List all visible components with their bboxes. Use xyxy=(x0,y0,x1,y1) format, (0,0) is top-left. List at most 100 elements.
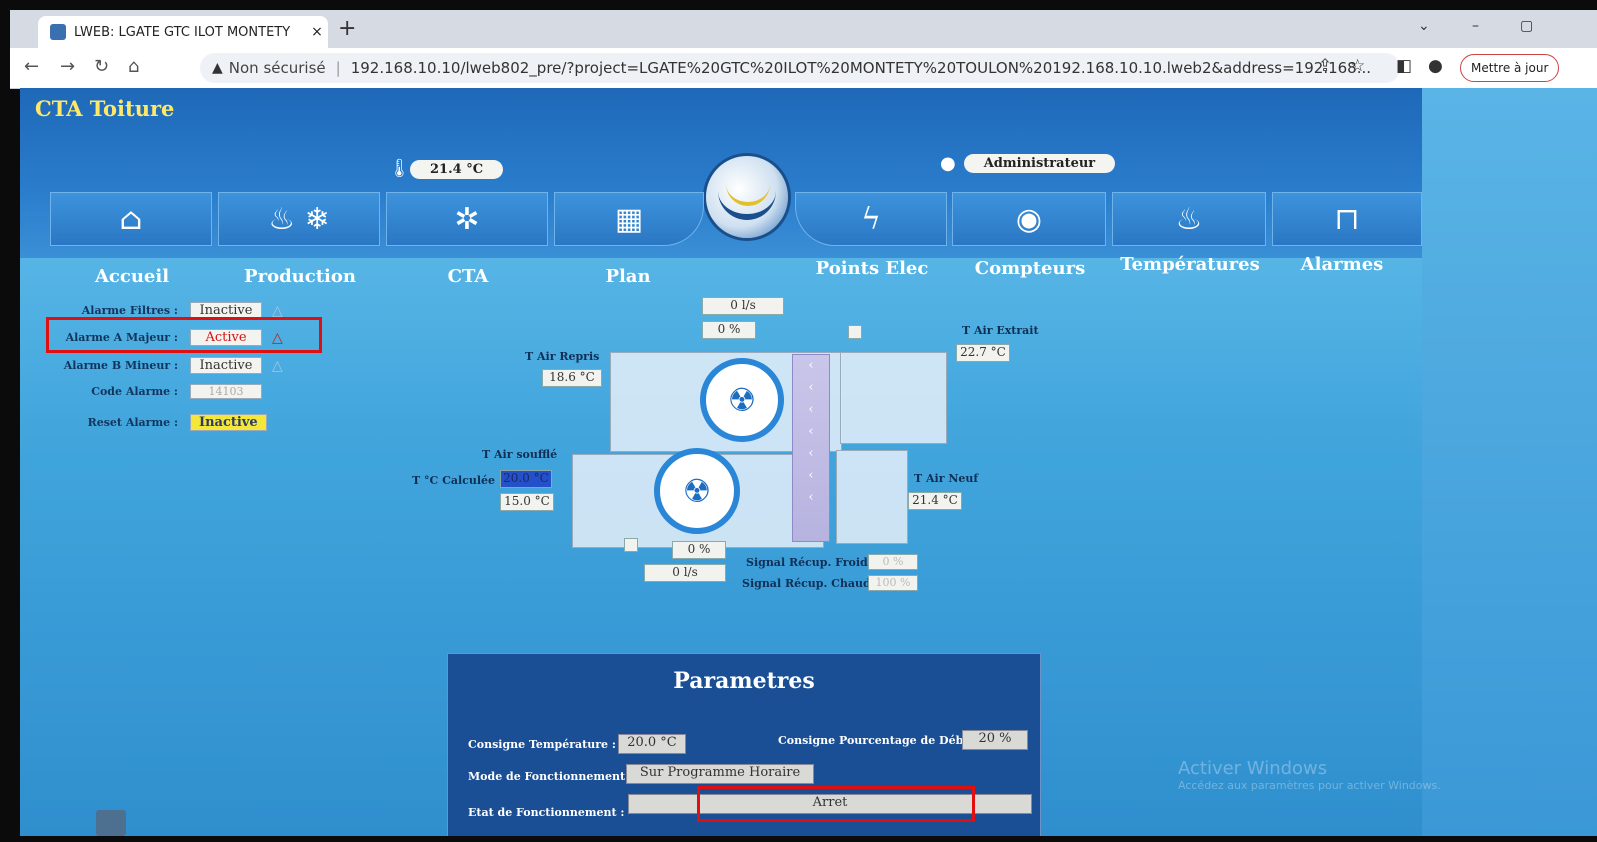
address-bar[interactable]: ▲ Non sécurisé | 192.168.10.10/lweb802_p… xyxy=(200,53,1400,83)
t-air-repris-value: 18.6 °C xyxy=(542,369,602,387)
supply-fan-icon: ☢ xyxy=(654,448,740,534)
nav-temperatures-button[interactable]: ♨ xyxy=(1112,192,1266,246)
nav-plan-button[interactable]: ▦ xyxy=(554,192,704,246)
temperature-value: 21.4 °C xyxy=(410,159,504,179)
nav-label-alarmes[interactable]: Alarmes xyxy=(1260,254,1424,275)
temperature-display: 🌡 21.4 °C xyxy=(388,158,504,180)
home-icon: ⌂ xyxy=(119,201,143,237)
browser-tabstrip: LWEB: LGATE GTC ILOT MONTETY × + ⌄ – ▢ xyxy=(10,10,1597,48)
bell-icon: ⊓ xyxy=(1334,201,1360,237)
consigne-temp-label: Consigne Température : xyxy=(468,738,616,751)
etat-label: Etat de Fonctionnement : xyxy=(468,806,625,819)
signal-chaud-value: 100 % xyxy=(868,575,918,591)
windows-activation-watermark: Activer Windows Accédez aux paramètres p… xyxy=(1178,758,1441,792)
t-air-extrait-value: 22.7 °C xyxy=(956,344,1010,362)
t-air-souffle-label: T Air soufflé xyxy=(482,448,558,461)
taskbar-button[interactable] xyxy=(96,810,126,836)
consigne-debit-input[interactable]: 20 % xyxy=(962,730,1028,750)
mode-label: Mode de Fonctionnement : xyxy=(468,770,633,783)
nav-label-cta[interactable]: CTA xyxy=(386,266,550,287)
t-air-souffle-value: 15.0 °C xyxy=(500,493,554,511)
heat-icon: ♨ xyxy=(1175,201,1203,237)
scada-app: CTA Toiture 🌡 21.4 °C ● Administrateur ⌂… xyxy=(20,88,1597,836)
alarm-filtres-label: Alarme Filtres : xyxy=(81,304,178,317)
profile-icon[interactable]: ● xyxy=(1428,56,1443,76)
side-panel-icon[interactable]: ◧ xyxy=(1396,56,1412,76)
screen: LWEB: LGATE GTC ILOT MONTETY × + ⌄ – ▢ ←… xyxy=(10,10,1597,836)
nav-compteurs-button[interactable]: ◉ xyxy=(952,192,1106,246)
update-button[interactable]: Mettre à jour xyxy=(1460,54,1560,82)
user-icon: ● xyxy=(940,153,956,174)
consigne-debit-label: Consigne Pourcentage de Débit : xyxy=(778,734,981,747)
highlight-box-etat xyxy=(697,786,975,822)
signal-chaud-label: Signal Récup. Chaud : xyxy=(742,577,879,590)
restore-button[interactable]: ▢ xyxy=(1520,18,1533,34)
alarm-reset-button[interactable]: Inactive xyxy=(190,414,267,431)
unit-lower-right-casing xyxy=(836,450,908,544)
reload-icon[interactable]: ↻ xyxy=(94,56,109,77)
url-separator: | xyxy=(335,59,341,77)
nav-label-accueil[interactable]: Accueil xyxy=(50,266,214,287)
t-calculee-label: T °C Calculée : xyxy=(412,474,503,487)
t-air-neuf-label: T Air Neuf xyxy=(914,472,979,485)
alarm-reset-row: Reset Alarme : Inactive xyxy=(40,414,267,431)
t-calculee-value: 20.0 °C xyxy=(500,470,552,488)
pct-reprise-value: 0 % xyxy=(702,321,756,339)
watermark-line1: Activer Windows xyxy=(1178,758,1328,779)
fan-icon: ✲ xyxy=(454,201,480,237)
url-text[interactable]: 192.168.10.10/lweb802_pre/?project=LGATE… xyxy=(351,59,1371,77)
bookmark-star-icon[interactable]: ☆ xyxy=(1350,56,1365,76)
alarm-mineur-row: Alarme B Mineur : Inactive △ xyxy=(40,357,283,374)
alarm-code-value: 14103 xyxy=(190,384,262,399)
heat-recovery-exchanger: ‹ ‹ ‹ ‹ ‹ ‹ ‹ xyxy=(792,354,830,542)
browser-tab[interactable]: LWEB: LGATE GTC ILOT MONTETY × xyxy=(38,16,328,48)
t-air-repris-label: T Air Repris xyxy=(525,350,600,363)
tab-title: LWEB: LGATE GTC ILOT MONTETY xyxy=(74,24,291,40)
debit-soufflage-value: 0 l/s xyxy=(644,564,726,582)
nav-label-compteurs[interactable]: Compteurs xyxy=(948,258,1112,279)
debit-reprise-value: 0 l/s xyxy=(702,297,784,315)
warning-icon[interactable]: ▲ xyxy=(212,60,223,76)
browser-toolbar: ← → ↻ ⌂ ▲ Non sécurisé | 192.168.10.10/l… xyxy=(10,48,1597,89)
back-arrow-icon[interactable]: ← xyxy=(24,56,39,77)
alarm-mineur-label: Alarme B Mineur : xyxy=(63,359,178,372)
signal-froid-label: Signal Récup. Froid : xyxy=(746,556,876,569)
alarm-code-row: Code Alarme : 14103 xyxy=(40,384,262,399)
watermark-line2: Accédez aux paramètres pour activer Wind… xyxy=(1178,779,1441,792)
nav-label-points-elec[interactable]: Points Elec xyxy=(790,258,954,279)
nav-label-temperatures[interactable]: Températures xyxy=(1108,254,1272,275)
t-air-extrait-label: T Air Extrait xyxy=(962,324,1039,337)
extract-damper-icon xyxy=(848,325,862,339)
minimize-button[interactable]: – xyxy=(1472,18,1479,34)
favicon-icon xyxy=(50,24,66,40)
new-tab-button[interactable]: + xyxy=(338,16,356,41)
home-icon[interactable]: ⌂ xyxy=(128,56,139,77)
alarm-reset-label: Reset Alarme : xyxy=(87,416,178,429)
parameters-title: Parametres xyxy=(673,668,815,694)
tab-search-chevron-icon[interactable]: ⌄ xyxy=(1418,18,1430,34)
nav-points-elec-button[interactable]: ϟ xyxy=(795,192,947,246)
nav-cta-button[interactable]: ✲ xyxy=(386,192,548,246)
share-icon[interactable]: ⇪ xyxy=(1318,56,1332,76)
lightning-icon: ϟ xyxy=(861,201,881,237)
page-title: CTA Toiture xyxy=(35,96,175,121)
warning-triangle-icon: △ xyxy=(272,357,283,374)
alarm-code-label: Code Alarme : xyxy=(91,385,178,398)
consigne-temp-input[interactable]: 20.0 °C xyxy=(618,734,686,754)
nav-label-plan[interactable]: Plan xyxy=(546,266,710,287)
nav-production-button[interactable]: ♨ ❄ xyxy=(218,192,380,246)
tab-close-icon[interactable]: × xyxy=(306,24,328,40)
user-display: ● Administrateur xyxy=(940,153,1116,174)
alarm-mineur-value: Inactive xyxy=(190,357,262,374)
brand-logo xyxy=(706,156,788,238)
nav-alarmes-button[interactable]: ⊓ xyxy=(1272,192,1422,246)
mode-select[interactable]: Sur Programme Horaire xyxy=(626,764,814,784)
supply-damper-icon xyxy=(624,538,638,552)
nav-accueil-button[interactable]: ⌂ xyxy=(50,192,212,246)
security-label[interactable]: Non sécurisé xyxy=(229,59,326,77)
unit-upper-right-casing xyxy=(840,352,947,444)
right-background xyxy=(1422,88,1597,836)
nav-label-production[interactable]: Production xyxy=(218,266,382,287)
building-icon: ▦ xyxy=(614,201,644,237)
forward-arrow-icon[interactable]: → xyxy=(60,56,75,77)
